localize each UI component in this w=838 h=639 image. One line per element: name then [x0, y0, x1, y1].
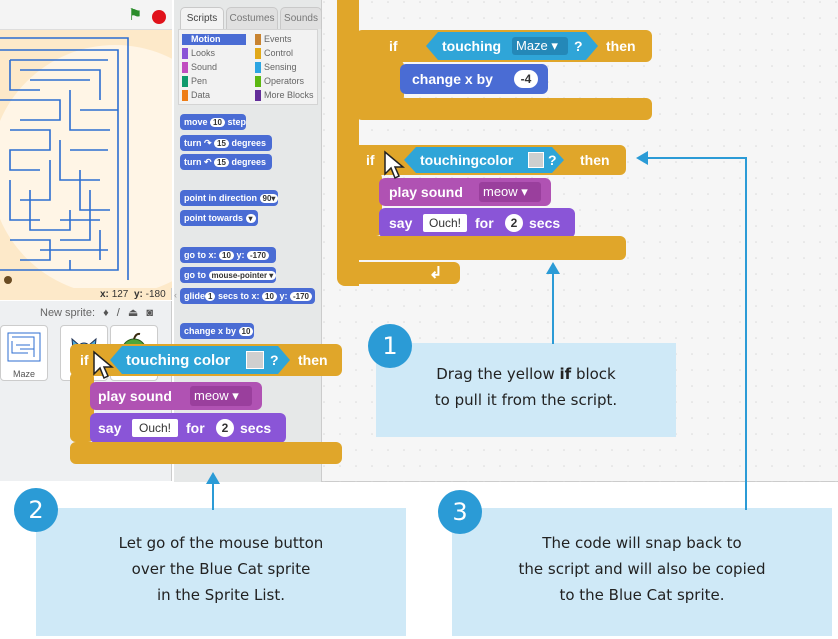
palette-change-x-block[interactable]: change x by 10	[180, 323, 254, 339]
callout-3-arrow	[636, 151, 648, 165]
callout-2: Let go of the mouse button over the Blue…	[36, 508, 406, 636]
category-operators[interactable]: Operators	[255, 76, 317, 87]
callout-1-arrow	[546, 262, 560, 274]
category-data[interactable]: Data	[182, 90, 246, 101]
dragged-play-sound-block[interactable]: play sound meow ▾	[90, 382, 262, 410]
pencil-icon[interactable]: /	[117, 307, 120, 319]
top-if-bottom[interactable]	[356, 98, 652, 120]
upload-icon[interactable]: ⏏	[128, 307, 138, 319]
sound-dropdown[interactable]: meow ▾	[190, 386, 252, 406]
say-text-field[interactable]: Ouch!	[423, 214, 467, 232]
script-if-touching-block[interactable]: if touching Maze ▾ ? then	[356, 30, 652, 62]
color-swatch[interactable]	[246, 351, 264, 369]
cursor-arrow-icon	[384, 150, 405, 180]
palette-goto-xy-block[interactable]: go to x: 10 y: -170	[180, 247, 276, 263]
callout-3-connector-vertical	[745, 158, 747, 510]
category-looks[interactable]: Looks	[182, 48, 246, 59]
paint-sprite-icon[interactable]: ♦	[103, 307, 109, 319]
color-swatch[interactable]	[528, 152, 544, 168]
touching-color-reporter[interactable]: touchingcolor ?	[404, 147, 564, 173]
category-sound[interactable]: Sound	[182, 62, 246, 73]
say-text-field[interactable]: Ouch!	[132, 419, 178, 437]
tab-scripts[interactable]: Scripts	[180, 7, 224, 29]
dragged-say-block[interactable]: say Ouch! for 2 secs	[90, 413, 286, 443]
category-list: Motion Looks Sound Pen Data Events Control Sen…	[178, 29, 318, 105]
category-control[interactable]: Control	[255, 48, 317, 59]
palette-goto-block[interactable]: go to mouse-pointer ▾	[180, 267, 276, 283]
sprite-thumb-maze[interactable]: Maze	[0, 325, 48, 381]
new-sprite-row: New sprite: ♦ / ⏏ ◙	[40, 306, 170, 322]
script-play-sound-block[interactable]: play sound meow ▾	[379, 178, 551, 206]
dragged-touching-color-reporter[interactable]: touching color ?	[110, 346, 290, 374]
palette-move-block[interactable]: move 10 steps	[180, 114, 246, 130]
palette-point-direction-block[interactable]: point in direction 90▾	[180, 190, 278, 206]
script-say-block[interactable]: say Ouch! for 2 secs	[379, 208, 575, 238]
dragged-if-bottom[interactable]	[70, 442, 342, 464]
loop-arrow-icon: ↲	[429, 265, 443, 282]
palette-point-towards-block[interactable]: point towards ▾	[180, 210, 258, 226]
green-flag-icon[interactable]: ⚑	[128, 8, 146, 24]
category-more-blocks[interactable]: More Blocks	[255, 90, 317, 101]
palette-collapse-icon[interactable]: ‹	[174, 290, 180, 302]
say-secs-value[interactable]: 2	[216, 419, 234, 437]
new-sprite-label: New sprite:	[40, 307, 96, 319]
step-badge-1: 1	[368, 324, 412, 368]
callout-3-connector-horizontal	[646, 157, 747, 159]
camera-icon[interactable]: ◙	[146, 307, 153, 319]
say-secs-value[interactable]: 2	[505, 214, 523, 232]
touching-target-dropdown[interactable]: Maze ▾	[512, 37, 568, 55]
palette-turn-cw-block[interactable]: turn ↷ 15 degrees	[180, 135, 272, 151]
callout-3: The code will snap back to the script an…	[452, 508, 832, 636]
outer-loop-bottom[interactable]: ↲	[337, 262, 460, 284]
tab-sounds[interactable]: Sounds	[280, 7, 322, 29]
tab-costumes[interactable]: Costumes	[226, 7, 278, 29]
mid-if-arm[interactable]	[344, 172, 382, 236]
category-sensing[interactable]: Sensing	[255, 62, 317, 73]
callout-1: Drag the yellow if block to pull it from…	[376, 343, 676, 437]
maze-backdrop	[0, 30, 172, 288]
mid-if-bottom[interactable]	[344, 236, 626, 260]
top-if-arm[interactable]	[356, 60, 404, 102]
palette-glide-block[interactable]: glide 1 secs to x: 10 y: -170	[180, 288, 315, 304]
category-motion[interactable]: Motion	[182, 34, 246, 45]
sound-dropdown[interactable]: meow ▾	[479, 182, 541, 202]
category-pen[interactable]: Pen	[182, 76, 246, 87]
step-badge-2: 2	[14, 488, 58, 532]
category-events[interactable]: Events	[255, 34, 317, 45]
mouse-coordinates: x: 127 y: -180	[100, 289, 166, 300]
script-change-x-block[interactable]: change x by -4	[400, 64, 548, 94]
stage-toolbar	[0, 0, 172, 30]
sprite-name: Maze	[12, 369, 35, 379]
stop-icon[interactable]	[152, 10, 166, 24]
change-x-value[interactable]: -4	[514, 70, 538, 88]
callout-2-arrow	[206, 472, 220, 484]
touching-sensing-reporter[interactable]: touching Maze ▾ ?	[426, 32, 598, 60]
callout-2-connector	[212, 484, 214, 510]
maze-sprite-icon	[7, 332, 41, 362]
step-badge-3: 3	[438, 490, 482, 534]
cursor-arrow-icon	[93, 350, 114, 380]
callout-1-connector	[552, 274, 554, 344]
palette-turn-ccw-block[interactable]: turn ↶ 15 degrees	[180, 154, 272, 170]
